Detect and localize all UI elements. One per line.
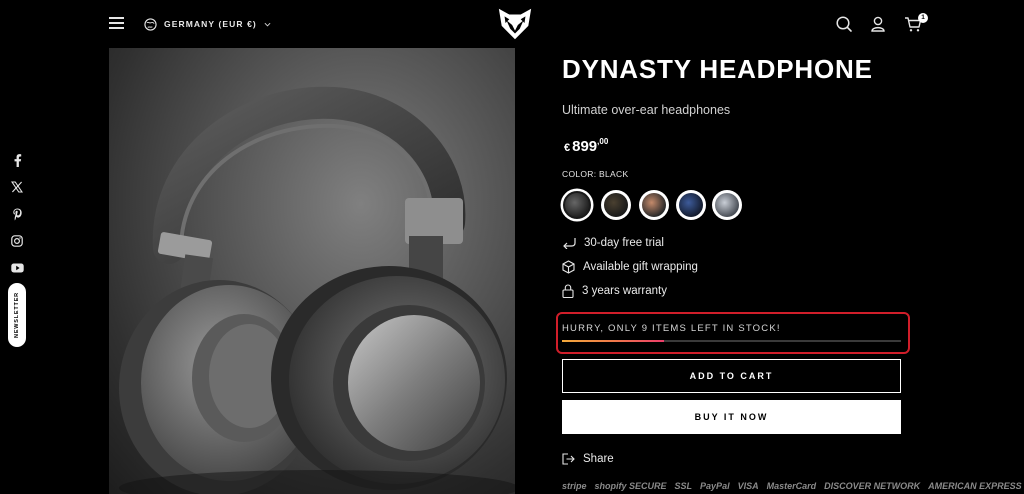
stock-progress-track: [562, 340, 901, 342]
feature-warranty: 3 years warranty: [562, 283, 667, 299]
fox-logo[interactable]: [496, 5, 534, 43]
lock-icon: [562, 284, 574, 298]
newsletter-tab[interactable]: NEWSLETTER: [8, 283, 26, 347]
instagram-icon[interactable]: [10, 234, 24, 248]
share-label: Share: [583, 453, 614, 465]
payment-badge-stripe: stripe: [562, 481, 587, 491]
product-title: DYNASTY HEADPHONE: [562, 54, 873, 84]
box-icon: [562, 260, 575, 274]
cart-count-badge: 1: [918, 13, 928, 23]
locale-label: GERMANY (EUR €): [164, 19, 257, 29]
chevron-down-icon: [264, 22, 271, 26]
swatch-navy[interactable]: [676, 190, 706, 220]
share-icon: [562, 453, 575, 465]
price-amount: 899: [572, 138, 598, 155]
color-label: COLOR: BLACK: [562, 169, 629, 179]
add-to-cart-button[interactable]: ADD TO CART: [562, 359, 901, 393]
account-icon[interactable]: [868, 14, 888, 34]
globe-icon: [144, 17, 157, 31]
price-cents: ,00: [597, 137, 609, 146]
swatch-black-gold[interactable]: [601, 190, 631, 220]
payment-badge-mastercard: MasterCard: [766, 481, 817, 491]
swatch-silver-rose[interactable]: [639, 190, 669, 220]
feature-text: 3 years warranty: [582, 285, 668, 297]
feature-text: 30-day free trial: [584, 237, 664, 249]
swatch-silver-blue[interactable]: [712, 190, 742, 220]
menu-icon[interactable]: [109, 16, 124, 29]
locale-selector[interactable]: GERMANY (EUR €): [144, 15, 271, 33]
facebook-icon[interactable]: [10, 153, 24, 167]
feature-free-trial: 30-day free trial: [562, 235, 664, 251]
pinterest-icon[interactable]: [10, 207, 24, 221]
site-header: GERMANY (EUR €) 1: [0, 0, 1024, 48]
payment-badge-amex: AMERICAN EXPRESS: [928, 481, 1022, 491]
feature-gift-wrapping: Available gift wrapping: [562, 259, 698, 275]
product-image[interactable]: [109, 48, 515, 494]
feature-text: Available gift wrapping: [583, 261, 698, 273]
payment-badge-shopify: shopify SECURE: [594, 481, 667, 491]
share-button[interactable]: Share: [562, 451, 614, 467]
product-price: €899,00: [564, 137, 608, 155]
payment-badge-visa: VISA: [737, 481, 759, 491]
youtube-icon[interactable]: [10, 261, 24, 275]
payment-badge-discover: DISCOVER NETWORK: [824, 481, 921, 491]
price-currency: €: [564, 142, 571, 154]
swatch-black[interactable]: [562, 190, 592, 220]
payment-badges: stripe shopify SECURE SSL PayPal VISA Ma…: [562, 478, 1024, 494]
payment-badge-paypal: PayPal: [700, 481, 730, 491]
buy-it-now-button[interactable]: BUY IT NOW: [562, 400, 901, 434]
stock-message: HURRY, ONLY 9 ITEMS LEFT IN STOCK!: [562, 323, 781, 334]
return-arrow-icon: [563, 238, 576, 249]
product-subtitle: Ultimate over-ear headphones: [562, 103, 731, 117]
x-icon[interactable]: [10, 180, 24, 194]
search-icon[interactable]: [834, 14, 854, 34]
newsletter-label: NEWSLETTER: [14, 292, 20, 338]
headphone-illustration: [119, 86, 515, 494]
payment-badge-ssl: SSL: [674, 481, 693, 491]
stock-progress-fill: [562, 340, 664, 342]
